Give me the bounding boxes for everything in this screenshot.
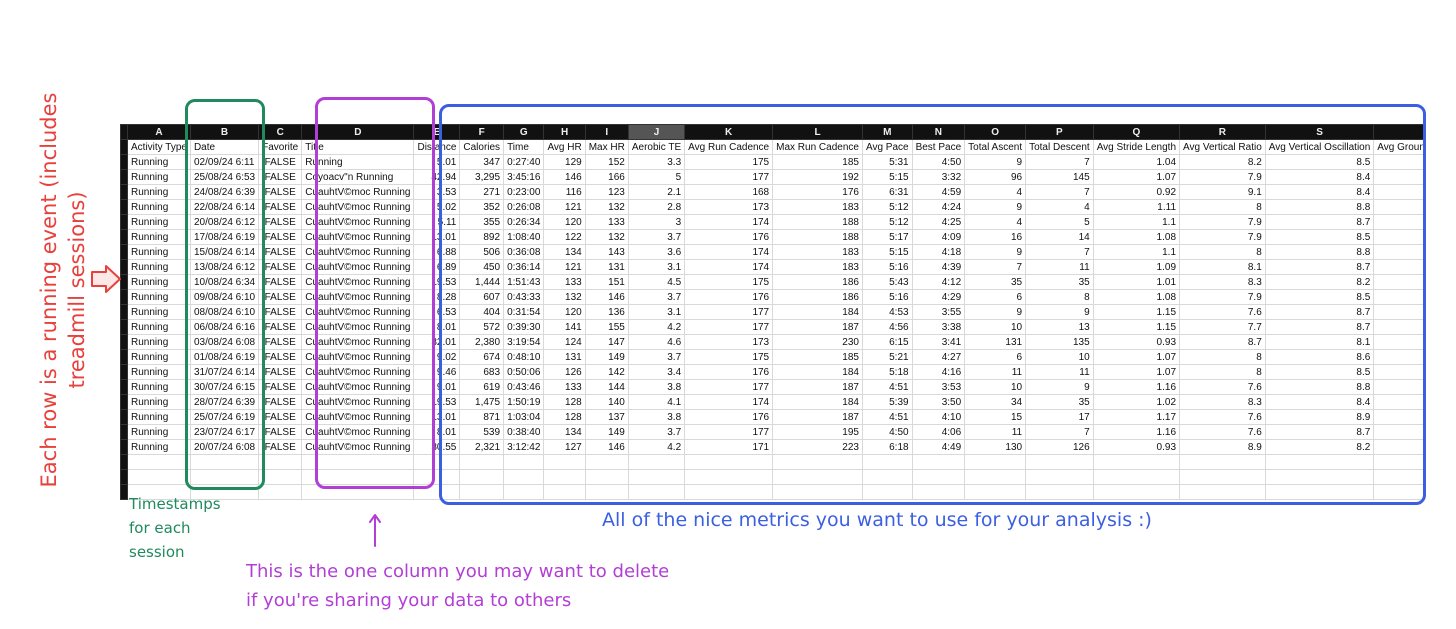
- row-number[interactable]: [120, 199, 128, 215]
- timestamps-note-line: session: [129, 543, 185, 561]
- row-number[interactable]: [120, 409, 128, 425]
- row-number[interactable]: [120, 229, 128, 245]
- metrics-note: All of the nice metrics you want to use …: [602, 509, 1152, 531]
- row-number[interactable]: [120, 484, 128, 500]
- select-all-corner[interactable]: [120, 124, 128, 140]
- row-number[interactable]: [120, 214, 128, 230]
- row-number[interactable]: [120, 154, 128, 170]
- column-header-letter[interactable]: A: [127, 124, 191, 140]
- table-cell[interactable]: FALSE: [258, 304, 303, 320]
- table-cell[interactable]: Running: [127, 364, 191, 380]
- table-cell[interactable]: Running: [127, 304, 191, 320]
- table-cell[interactable]: Running: [127, 439, 191, 455]
- title-column-note: This is the one column you may want to d…: [246, 557, 669, 615]
- row-number[interactable]: [120, 184, 128, 200]
- table-cell[interactable]: FALSE: [258, 289, 303, 305]
- table-cell[interactable]: [258, 454, 303, 470]
- table-cell[interactable]: FALSE: [258, 379, 303, 395]
- table-cell[interactable]: FALSE: [258, 439, 303, 455]
- row-number[interactable]: [120, 424, 128, 440]
- table-cell[interactable]: Running: [127, 154, 191, 170]
- field-header-cell[interactable]: Favorite: [258, 139, 303, 155]
- timestamps-note-line: Timestamps: [129, 495, 221, 513]
- table-cell[interactable]: [127, 454, 191, 470]
- title-note-line: if you're sharing your data to others: [246, 590, 572, 611]
- table-cell[interactable]: FALSE: [258, 154, 303, 170]
- row-number[interactable]: [120, 364, 128, 380]
- table-cell[interactable]: FALSE: [258, 319, 303, 335]
- table-cell[interactable]: Running: [127, 274, 191, 290]
- table-cell[interactable]: Running: [127, 199, 191, 215]
- row-number[interactable]: [120, 379, 128, 395]
- table-cell[interactable]: FALSE: [258, 364, 303, 380]
- table-cell[interactable]: Running: [127, 394, 191, 410]
- table-cell[interactable]: Running: [127, 244, 191, 260]
- table-cell[interactable]: Running: [127, 289, 191, 305]
- table-cell[interactable]: [258, 469, 303, 485]
- row-number[interactable]: [120, 319, 128, 335]
- table-cell[interactable]: Running: [127, 319, 191, 335]
- table-cell[interactable]: FALSE: [258, 349, 303, 365]
- timestamps-note-line: for each: [129, 519, 191, 537]
- field-header-cell[interactable]: Activity Type: [127, 139, 191, 155]
- row-number[interactable]: [120, 244, 128, 260]
- table-cell[interactable]: [258, 484, 303, 500]
- row-number[interactable]: [120, 169, 128, 185]
- row-number[interactable]: [120, 349, 128, 365]
- table-cell[interactable]: [127, 469, 191, 485]
- column-header-letter[interactable]: C: [258, 124, 303, 140]
- date-column-highlight: [185, 99, 265, 490]
- table-cell[interactable]: FALSE: [258, 424, 303, 440]
- table-cell[interactable]: FALSE: [258, 409, 303, 425]
- up-arrow-icon: [369, 514, 381, 547]
- table-cell[interactable]: Running: [127, 214, 191, 230]
- table-cell[interactable]: FALSE: [258, 184, 303, 200]
- table-cell[interactable]: FALSE: [258, 214, 303, 230]
- row-number[interactable]: [120, 439, 128, 455]
- table-cell[interactable]: Running: [127, 349, 191, 365]
- table-cell[interactable]: FALSE: [258, 394, 303, 410]
- right-arrow-icon: [91, 265, 121, 293]
- table-cell[interactable]: FALSE: [258, 244, 303, 260]
- row-number[interactable]: [120, 394, 128, 410]
- table-cell[interactable]: FALSE: [258, 199, 303, 215]
- table-cell[interactable]: FALSE: [258, 334, 303, 350]
- table-cell[interactable]: Running: [127, 184, 191, 200]
- table-cell[interactable]: Running: [127, 169, 191, 185]
- table-cell[interactable]: FALSE: [258, 169, 303, 185]
- table-cell[interactable]: Running: [127, 424, 191, 440]
- metrics-columns-highlight: [439, 104, 1426, 505]
- timestamps-note: Timestamps for each session: [129, 492, 221, 564]
- table-cell[interactable]: Running: [127, 229, 191, 245]
- row-explanation-note: Each row is a running event (includes tr…: [37, 92, 89, 488]
- table-cell[interactable]: Running: [127, 379, 191, 395]
- table-cell[interactable]: FALSE: [258, 274, 303, 290]
- row-number[interactable]: [120, 454, 128, 470]
- title-column-highlight: [315, 97, 435, 489]
- table-cell[interactable]: FALSE: [258, 229, 303, 245]
- row-number[interactable]: [120, 469, 128, 485]
- table-cell[interactable]: FALSE: [258, 259, 303, 275]
- table-cell[interactable]: Running: [127, 409, 191, 425]
- table-cell[interactable]: Running: [127, 334, 191, 350]
- row-number[interactable]: [120, 304, 128, 320]
- row-number[interactable]: [120, 139, 128, 155]
- table-cell[interactable]: Running: [127, 259, 191, 275]
- row-number[interactable]: [120, 334, 128, 350]
- title-note-line: This is the one column you may want to d…: [246, 561, 670, 582]
